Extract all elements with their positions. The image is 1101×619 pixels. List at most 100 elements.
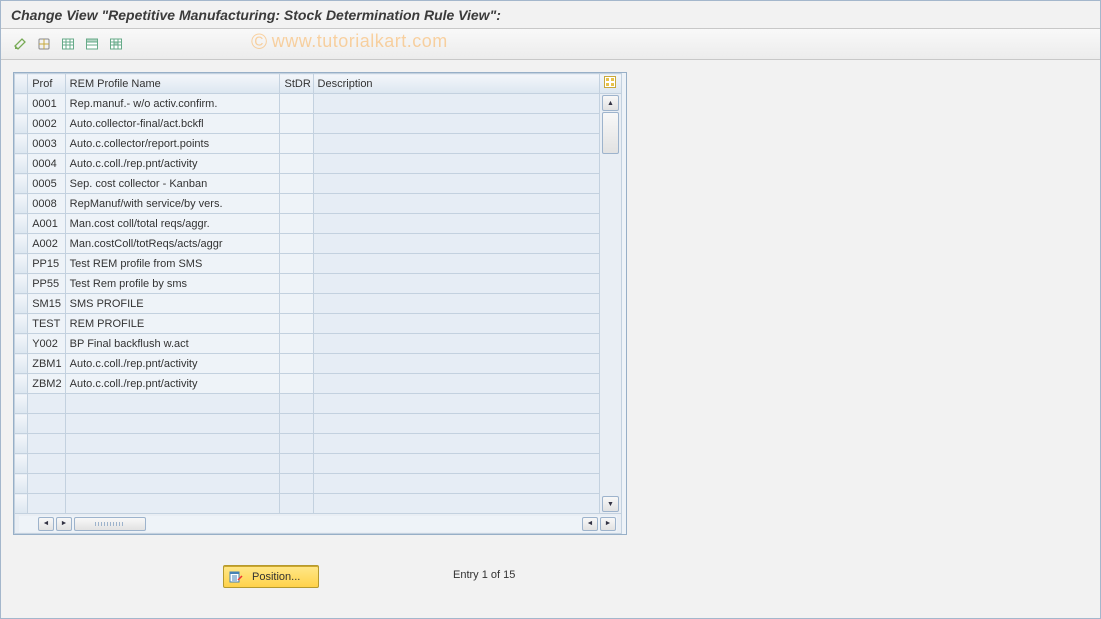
cell-stdr[interactable]	[280, 254, 313, 274]
row-selector[interactable]	[15, 394, 28, 414]
row-selector[interactable]	[15, 174, 28, 194]
cell-stdr[interactable]	[280, 374, 313, 394]
row-selector[interactable]	[15, 134, 28, 154]
cell-stdr[interactable]	[280, 494, 313, 514]
cell-prof[interactable]: 0008	[28, 194, 65, 214]
select-block-icon[interactable]	[105, 33, 127, 55]
table-row[interactable]: 0002Auto.collector-final/act.bckfl	[15, 114, 622, 134]
display-change-icon[interactable]	[9, 33, 31, 55]
col-header-name[interactable]: REM Profile Name	[65, 74, 280, 94]
cell-desc[interactable]	[313, 314, 599, 334]
row-selector[interactable]	[15, 154, 28, 174]
table-row[interactable]: SM15SMS PROFILE	[15, 294, 622, 314]
table-row[interactable]: A001Man.cost coll/total reqs/aggr.	[15, 214, 622, 234]
table-row[interactable]	[15, 474, 622, 494]
cell-prof[interactable]: 0002	[28, 114, 65, 134]
cell-desc[interactable]	[313, 234, 599, 254]
cell-stdr[interactable]	[280, 354, 313, 374]
cell-name[interactable]	[65, 474, 280, 494]
cell-desc[interactable]	[313, 214, 599, 234]
cell-stdr[interactable]	[280, 214, 313, 234]
cell-prof[interactable]: PP55	[28, 274, 65, 294]
table-row[interactable]: Y002BP Final backflush w.act	[15, 334, 622, 354]
cell-prof[interactable]: ZBM2	[28, 374, 65, 394]
cell-name[interactable]: SMS PROFILE	[65, 294, 280, 314]
h-scroll-left-end-icon[interactable]: ◄	[582, 517, 598, 531]
table-row[interactable]	[15, 494, 622, 514]
table-row[interactable]: PP55Test Rem profile by sms	[15, 274, 622, 294]
cell-name[interactable]: Auto.collector-final/act.bckfl	[65, 114, 280, 134]
cell-name[interactable]	[65, 414, 280, 434]
row-selector[interactable]	[15, 434, 28, 454]
v-scroll-down-icon[interactable]: ▼	[602, 496, 619, 512]
table-row[interactable]: 0004Auto.c.coll./rep.pnt/activity	[15, 154, 622, 174]
h-scroll-left-icon[interactable]: ◄	[38, 517, 54, 531]
cell-stdr[interactable]	[280, 154, 313, 174]
cell-prof[interactable]	[28, 414, 65, 434]
cell-stdr[interactable]	[280, 174, 313, 194]
row-selector-header[interactable]	[15, 74, 28, 94]
cell-desc[interactable]	[313, 494, 599, 514]
cell-stdr[interactable]	[280, 134, 313, 154]
cell-name[interactable]: REM PROFILE	[65, 314, 280, 334]
row-selector[interactable]	[15, 294, 28, 314]
table-row[interactable]: ZBM1Auto.c.coll./rep.pnt/activity	[15, 354, 622, 374]
cell-desc[interactable]	[313, 114, 599, 134]
cell-prof[interactable]: PP15	[28, 254, 65, 274]
cell-desc[interactable]	[313, 454, 599, 474]
cell-stdr[interactable]	[280, 274, 313, 294]
cell-prof[interactable]: ZBM1	[28, 354, 65, 374]
cell-prof[interactable]: SM15	[28, 294, 65, 314]
cell-stdr[interactable]	[280, 294, 313, 314]
other-view-icon[interactable]	[33, 33, 55, 55]
row-selector[interactable]	[15, 214, 28, 234]
cell-prof[interactable]	[28, 494, 65, 514]
table-row[interactable]: ZBM2Auto.c.coll./rep.pnt/activity	[15, 374, 622, 394]
v-scrollbar[interactable]: ▲▼	[599, 94, 621, 514]
table-row[interactable]	[15, 434, 622, 454]
col-header-desc[interactable]: Description	[313, 74, 599, 94]
row-selector[interactable]	[15, 94, 28, 114]
row-selector[interactable]	[15, 334, 28, 354]
cell-desc[interactable]	[313, 434, 599, 454]
cell-prof[interactable]: 0001	[28, 94, 65, 114]
cell-name[interactable]: BP Final backflush w.act	[65, 334, 280, 354]
position-button[interactable]: Position...	[223, 565, 319, 588]
cell-desc[interactable]	[313, 354, 599, 374]
cell-name[interactable]: Auto.c.collector/report.points	[65, 134, 280, 154]
cell-prof[interactable]	[28, 434, 65, 454]
cell-stdr[interactable]	[280, 314, 313, 334]
table-row[interactable]	[15, 394, 622, 414]
cell-desc[interactable]	[313, 394, 599, 414]
cell-desc[interactable]	[313, 334, 599, 354]
row-selector[interactable]	[15, 494, 28, 514]
cell-stdr[interactable]	[280, 234, 313, 254]
cell-stdr[interactable]	[280, 474, 313, 494]
cell-stdr[interactable]	[280, 454, 313, 474]
cell-name[interactable]: Auto.c.coll./rep.pnt/activity	[65, 354, 280, 374]
cell-name[interactable]: Man.costColl/totReqs/acts/aggr	[65, 234, 280, 254]
cell-name[interactable]: Sep. cost collector - Kanban	[65, 174, 280, 194]
cell-name[interactable]	[65, 434, 280, 454]
cell-desc[interactable]	[313, 134, 599, 154]
cell-desc[interactable]	[313, 374, 599, 394]
cell-prof[interactable]: 0003	[28, 134, 65, 154]
cell-stdr[interactable]	[280, 434, 313, 454]
cell-desc[interactable]	[313, 254, 599, 274]
row-selector[interactable]	[15, 314, 28, 334]
row-selector[interactable]	[15, 454, 28, 474]
cell-stdr[interactable]	[280, 414, 313, 434]
cell-name[interactable]: Test Rem profile by sms	[65, 274, 280, 294]
cell-name[interactable]	[65, 454, 280, 474]
table-row[interactable]	[15, 414, 622, 434]
cell-name[interactable]	[65, 494, 280, 514]
cell-stdr[interactable]	[280, 394, 313, 414]
h-scroll-right-begin-icon[interactable]: ►	[56, 517, 72, 531]
v-scroll-thumb[interactable]	[602, 112, 619, 154]
cell-prof[interactable]	[28, 474, 65, 494]
cell-prof[interactable]	[28, 394, 65, 414]
cell-desc[interactable]	[313, 154, 599, 174]
h-scroll-right-icon[interactable]: ►	[600, 517, 616, 531]
cell-prof[interactable]: Y002	[28, 334, 65, 354]
cell-name[interactable]: Man.cost coll/total reqs/aggr.	[65, 214, 280, 234]
